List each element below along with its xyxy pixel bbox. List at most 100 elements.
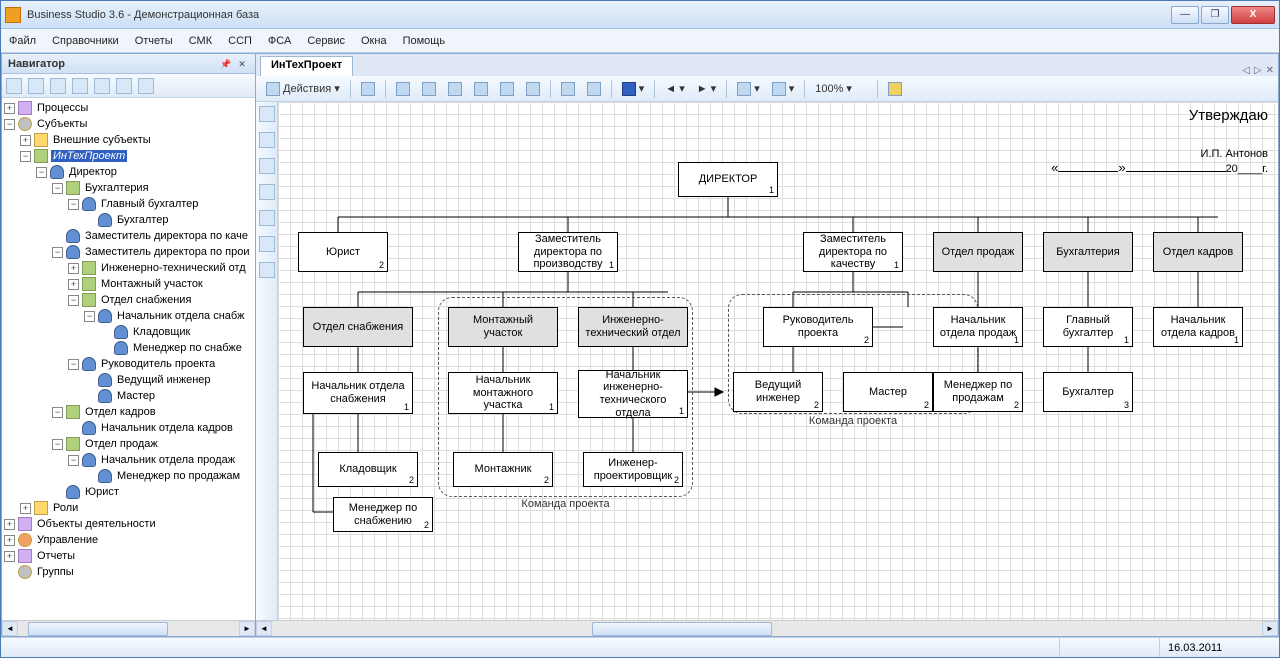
menubar: Файл Справочники Отчеты СМК ССП ФСА Серв… xyxy=(1,29,1279,53)
main-scroll-left-icon[interactable]: ◄ xyxy=(256,621,272,636)
palette-text[interactable] xyxy=(259,262,275,278)
menu-file[interactable]: Файл xyxy=(9,35,36,47)
tool-image-button[interactable] xyxy=(557,79,579,99)
menu-reports[interactable]: Отчеты xyxy=(135,35,173,47)
panel-close-icon[interactable]: ✕ xyxy=(235,57,249,71)
box-hr[interactable]: Отдел кадров xyxy=(1153,232,1243,272)
menu-fsa[interactable]: ФСА xyxy=(268,35,291,47)
box-supply-mgr[interactable]: Менеджер по снабжению2 xyxy=(333,497,433,532)
box-accountant[interactable]: Бухгалтер3 xyxy=(1043,372,1133,412)
box-lead-eng[interactable]: Ведущий инженер2 xyxy=(733,372,823,412)
collapse-icon[interactable]: − xyxy=(4,119,15,130)
diagram-canvas-scroll[interactable]: Утверждаю И.П. Антонов «»20____г. xyxy=(278,102,1278,620)
box-proj-head[interactable]: Руководитель проекта2 xyxy=(763,307,873,347)
tool-auto-button[interactable] xyxy=(418,79,440,99)
process-icon xyxy=(18,101,32,115)
nav-filter-button[interactable] xyxy=(50,78,66,94)
actions-button[interactable]: Действия ▾ xyxy=(262,79,344,99)
scroll-left-icon[interactable]: ◄ xyxy=(2,621,18,636)
palette-connector-1[interactable] xyxy=(259,106,275,122)
tree-processes[interactable]: Процессы xyxy=(35,102,90,114)
palette-connector-2[interactable] xyxy=(259,132,275,148)
box-assembly[interactable]: Монтажный участок xyxy=(448,307,558,347)
expand-icon[interactable]: + xyxy=(4,103,15,114)
prev-button[interactable]: ◄ ▾ xyxy=(661,79,688,99)
nav-refresh-button[interactable] xyxy=(72,78,88,94)
box-master[interactable]: Мастер2 xyxy=(843,372,933,412)
tab-project[interactable]: ИнТехПроект xyxy=(260,56,353,76)
app-icon xyxy=(5,7,21,23)
save-button[interactable]: ▾ xyxy=(618,79,649,99)
tool-person-button[interactable] xyxy=(392,79,414,99)
box-supply-head[interactable]: Начальник отдела снабжения1 xyxy=(303,372,413,414)
box-dep-qual[interactable]: Заместитель директора по качеству1 xyxy=(803,232,903,272)
tool-settings-button[interactable] xyxy=(444,79,466,99)
menu-ssp[interactable]: ССП xyxy=(228,35,252,47)
palette-org[interactable] xyxy=(259,210,275,226)
tool-copy-button[interactable] xyxy=(583,79,605,99)
navigator-tree[interactable]: +Процессы −Субъекты +Внешние субъекты −И… xyxy=(2,98,255,620)
main-panel: ИнТехПроект ◁ ▷ ✕ Действия ▾ xyxy=(256,53,1279,637)
main-scroll-thumb[interactable] xyxy=(592,622,772,636)
main-scroll-right-icon[interactable]: ► xyxy=(1262,621,1278,636)
scroll-thumb[interactable] xyxy=(28,622,168,636)
diagram-canvas[interactable]: Утверждаю И.П. Антонов «»20____г. xyxy=(278,102,1278,620)
box-director[interactable]: ДИРЕКТОР1 xyxy=(678,162,778,197)
palette-person[interactable] xyxy=(259,184,275,200)
box-acct[interactable]: Бухгалтерия xyxy=(1043,232,1133,272)
box-dep-prod[interactable]: Заместитель директора по производству1 xyxy=(518,232,618,272)
maximize-button[interactable]: ❐ xyxy=(1201,6,1229,24)
tab-prev-icon[interactable]: ◁ xyxy=(1242,65,1250,76)
next-button[interactable]: ► ▾ xyxy=(693,79,720,99)
box-sales[interactable]: Отдел продаж xyxy=(933,232,1023,272)
box-storekeeper[interactable]: Кладовщик2 xyxy=(318,452,418,487)
nav-back-button[interactable] xyxy=(6,78,22,94)
menu-windows[interactable]: Окна xyxy=(361,35,387,47)
box-eng[interactable]: Инженерно-технический отдел xyxy=(578,307,688,347)
box-hr-head[interactable]: Начальник отдела кадров1 xyxy=(1153,307,1243,347)
sparkle-icon xyxy=(888,82,902,96)
menu-refs[interactable]: Справочники xyxy=(52,35,119,47)
status-cell-1 xyxy=(1059,638,1159,657)
pencil-icon xyxy=(361,82,375,96)
nav-button-1[interactable]: ▾ xyxy=(733,79,764,99)
nav-more-button[interactable] xyxy=(138,78,154,94)
pin-icon[interactable]: 📌 xyxy=(219,57,233,71)
app-window: Business Studio 3.6 - Демонстрационная б… xyxy=(0,0,1280,658)
menu-service[interactable]: Сервис xyxy=(307,35,345,47)
box-eng-head[interactable]: Начальник инженерно-технического отдела1 xyxy=(578,370,688,418)
menu-help[interactable]: Помощь xyxy=(403,35,446,47)
box-asm-head[interactable]: Начальник монтажного участка1 xyxy=(448,372,558,414)
main-hscrollbar[interactable]: ◄ ► xyxy=(256,620,1278,636)
refresh-button[interactable] xyxy=(884,79,906,99)
tree-subjects[interactable]: Субъекты xyxy=(35,118,89,130)
tool-layout-button[interactable] xyxy=(470,79,492,99)
close-button[interactable]: X xyxy=(1231,6,1275,24)
box-supply[interactable]: Отдел снабжения xyxy=(303,307,413,347)
box-eng-proj[interactable]: Инженер-проектировщик2 xyxy=(583,452,683,487)
nav-hscrollbar[interactable]: ◄ ► xyxy=(2,620,255,636)
box-chief-acc[interactable]: Главный бухгалтер1 xyxy=(1043,307,1133,347)
copy-icon xyxy=(587,82,601,96)
tab-next-icon[interactable]: ▷ xyxy=(1254,65,1262,76)
zoom-combo[interactable]: 100% ▾ xyxy=(811,79,871,99)
box-lawyer[interactable]: Юрист2 xyxy=(298,232,388,272)
tool-export-button[interactable] xyxy=(522,79,544,99)
box-assembler[interactable]: Монтажник2 xyxy=(453,452,553,487)
tree-selected[interactable]: ИнТехПроект xyxy=(51,150,127,162)
tab-close-icon[interactable]: ✕ xyxy=(1266,65,1274,76)
nav-fwd-button[interactable] xyxy=(28,78,44,94)
nav-copy-button[interactable] xyxy=(94,78,110,94)
box-sales-mgr[interactable]: Менеджер по продажам2 xyxy=(933,372,1023,412)
palette-connector-3[interactable] xyxy=(259,158,275,174)
scroll-right-icon[interactable]: ► xyxy=(239,621,255,636)
palette-group[interactable] xyxy=(259,236,275,252)
window-title: Business Studio 3.6 - Демонстрационная б… xyxy=(27,9,1171,21)
box-sales-head[interactable]: Начальник отдела продаж1 xyxy=(933,307,1023,347)
nav-button-2[interactable]: ▾ xyxy=(768,79,799,99)
menu-smk[interactable]: СМК xyxy=(189,35,212,47)
nav-delete-button[interactable] xyxy=(116,78,132,94)
tool-link-button[interactable] xyxy=(496,79,518,99)
edit-button[interactable] xyxy=(357,79,379,99)
minimize-button[interactable]: — xyxy=(1171,6,1199,24)
